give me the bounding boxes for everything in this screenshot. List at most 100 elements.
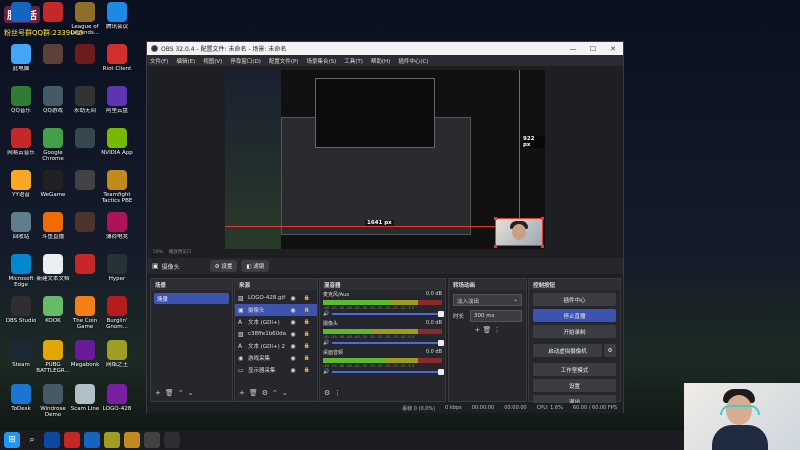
lock-icon[interactable]: 🔒 — [300, 355, 314, 361]
speaker-icon[interactable]: 🔊 — [323, 369, 332, 375]
qqmusic-shortcut[interactable]: QQ音乐 — [4, 86, 38, 114]
net-shortcut[interactable]: 网络之王 — [100, 340, 134, 368]
transition-controls[interactable]: + 🗑 ⋮ — [449, 326, 526, 334]
lock-icon[interactable]: 🔒 — [300, 295, 314, 301]
virtual-camera-settings-icon[interactable]: ⚙ — [604, 344, 616, 357]
chrome-shortcut[interactable]: Google Chrome — [36, 128, 70, 162]
start-recording-button[interactable]: 开始录制 — [533, 325, 616, 338]
edge-shortcut[interactable]: Microsoft Edge — [4, 254, 38, 288]
app-icon-e[interactable] — [124, 432, 140, 448]
app-icon-d[interactable] — [104, 432, 120, 448]
game-icon-4-shortcut[interactable] — [68, 128, 102, 150]
menu-item[interactable]: 视图(V) — [203, 57, 222, 65]
tft-shortcut[interactable]: Teamfight Tactics PBE — [100, 170, 134, 204]
obs-shortcut[interactable]: OBS Studio — [4, 296, 38, 324]
volume-fader[interactable]: 🔊 — [323, 311, 444, 317]
app-icon-f[interactable] — [144, 432, 160, 448]
qqgame-shortcut[interactable]: QQ游戏 — [36, 86, 70, 114]
filters-button[interactable]: ◧ 滤镜 — [241, 260, 270, 272]
todesk-shortcut[interactable]: ToDesk — [4, 384, 38, 412]
aliyun-shortcut[interactable]: 阿里云盘 — [100, 86, 134, 114]
resize-handle[interactable] — [494, 217, 497, 220]
windrose-shortcut[interactable]: Windrose Demo — [36, 384, 70, 418]
sources-footer-controls[interactable]: +🗑⚙⌃⌄ — [239, 389, 292, 397]
speaker-icon[interactable]: 🔊 — [323, 340, 332, 346]
app-icon-1-shortcut[interactable] — [4, 2, 38, 24]
scene-item[interactable]: 场景 — [154, 293, 229, 304]
source-item[interactable]: ▨ c38ffe1b60da4970◉🔒 — [235, 328, 317, 340]
game-icon-3-shortcut[interactable]: 永劫无间 — [68, 86, 102, 114]
game-icon-6-shortcut[interactable] — [68, 212, 102, 234]
source-item[interactable]: ◉ 游戏采集 ◉ 🔒 — [235, 352, 317, 364]
game-icon-7-shortcut[interactable] — [68, 254, 102, 276]
lock-icon[interactable]: 🔒 — [300, 319, 314, 325]
eye-icon[interactable]: ◉ — [286, 319, 300, 326]
virtual-camera-button[interactable]: 启动虚拟摄像机 — [533, 344, 602, 357]
source-item[interactable]: ▣ 摄像头 ◉ 🔒 — [235, 304, 317, 316]
league-shortcut[interactable]: League of Legends... — [68, 2, 102, 36]
lock-icon[interactable]: 🔒 — [300, 367, 314, 373]
source-item[interactable]: ▨ LOGO-428.gif ◉ 🔒 — [235, 292, 317, 304]
resize-handle[interactable] — [541, 217, 544, 220]
speaker-icon[interactable]: 🔊 — [323, 311, 332, 317]
close-icon[interactable]: ✕ — [603, 45, 623, 53]
meeting-shortcut[interactable]: 腾讯会议 — [100, 2, 134, 30]
eye-icon[interactable]: ◉ — [286, 343, 300, 350]
resize-handle[interactable] — [541, 245, 544, 248]
scenes-footer-controls[interactable]: +🗑⌃⌄ — [155, 389, 197, 397]
resize-handle[interactable] — [494, 245, 497, 248]
source-item[interactable]: A 文本 (GDI+) 2 ◉ 🔒 — [235, 340, 317, 352]
transition-select[interactable]: 淡入淡出 ⌄ — [453, 294, 522, 306]
menu-item[interactable]: 插件中心(C) — [398, 57, 428, 65]
app-icon-2-shortcut[interactable] — [36, 2, 70, 24]
hyper-shortcut[interactable]: Hyper — [100, 254, 134, 282]
menu-item[interactable]: 场景集合(S) — [306, 57, 336, 65]
settings-button-ctl[interactable]: 设置 — [533, 379, 616, 392]
douyu-shortcut[interactable]: 斗鱼直播 — [36, 212, 70, 240]
game-icon-5-shortcut[interactable] — [68, 170, 102, 192]
text-shortcut[interactable]: 新建文本文档 — [36, 254, 70, 282]
eye-icon[interactable]: ◉ — [286, 355, 300, 362]
obs-taskbar-icon[interactable] — [164, 432, 180, 448]
game-icon-1-shortcut[interactable] — [36, 44, 70, 66]
riot-shortcut[interactable]: Riot Client — [100, 44, 134, 72]
settings-button[interactable]: ⚙ 设置 — [209, 260, 238, 272]
menu-item[interactable]: 帮助(H) — [371, 57, 390, 65]
stop-streaming-button[interactable]: 停止直播 — [533, 309, 616, 322]
scam-shortcut[interactable]: Scam Line — [68, 384, 102, 412]
coin-shortcut[interactable]: The Coin Game — [68, 296, 102, 330]
kook-shortcut[interactable]: KOOK — [36, 296, 70, 324]
menu-item[interactable]: 编辑(E) — [176, 57, 195, 65]
nvidia-shortcut[interactable]: NVIDIA App — [100, 128, 134, 156]
lock-icon[interactable]: 🔒 — [300, 343, 314, 349]
fader-knob[interactable] — [438, 369, 444, 375]
computer-shortcut[interactable]: 此电脑 — [4, 44, 38, 72]
wegame-shortcut[interactable]: WeGame — [36, 170, 70, 198]
eye-icon[interactable]: ◉ — [286, 307, 300, 314]
logo-shortcut[interactable]: LOGO-428 — [100, 384, 134, 412]
minimize-icon[interactable]: — — [563, 45, 583, 53]
app-icon-c[interactable] — [84, 432, 100, 448]
mixer-footer-controls[interactable]: ⚙⋮ — [324, 389, 345, 397]
megabonk-shortcut[interactable]: Megabonk — [68, 340, 102, 368]
preview-canvas[interactable]: 922 px 1641 px — [225, 70, 545, 250]
camera-source-box[interactable] — [495, 218, 543, 246]
menu-item[interactable]: 停靠窗口(D) — [230, 57, 261, 65]
windows-icon[interactable]: ⊞ — [4, 432, 20, 448]
eye-icon[interactable]: ◉ — [286, 295, 300, 302]
steam-shortcut[interactable]: Steam — [4, 340, 38, 368]
fader-knob[interactable] — [438, 340, 444, 346]
fader-knob[interactable] — [438, 311, 444, 317]
gnome-shortcut[interactable]: Burglin' Gnom... — [100, 296, 134, 330]
plugin-center-button[interactable]: 插件中心 — [533, 293, 616, 306]
studio-mode-button[interactable]: 工作室模式 — [533, 363, 616, 376]
eye-icon[interactable]: ◉ — [286, 367, 300, 374]
source-item[interactable]: A 文本 (GDI+) ◉ 🔒 — [235, 316, 317, 328]
menu-item[interactable]: 文件(F) — [150, 57, 168, 65]
pubg-shortcut[interactable]: PUBG BATTLEGR... — [36, 340, 70, 374]
duration-input[interactable]: 300 ms — [470, 310, 522, 322]
menu-item[interactable]: 工具(T) — [344, 57, 363, 65]
mint-shortcut[interactable]: 薄荷电竞 — [100, 212, 134, 240]
yy-shortcut[interactable]: YY语音 — [4, 170, 38, 198]
maximize-icon[interactable]: ☐ — [583, 45, 603, 53]
